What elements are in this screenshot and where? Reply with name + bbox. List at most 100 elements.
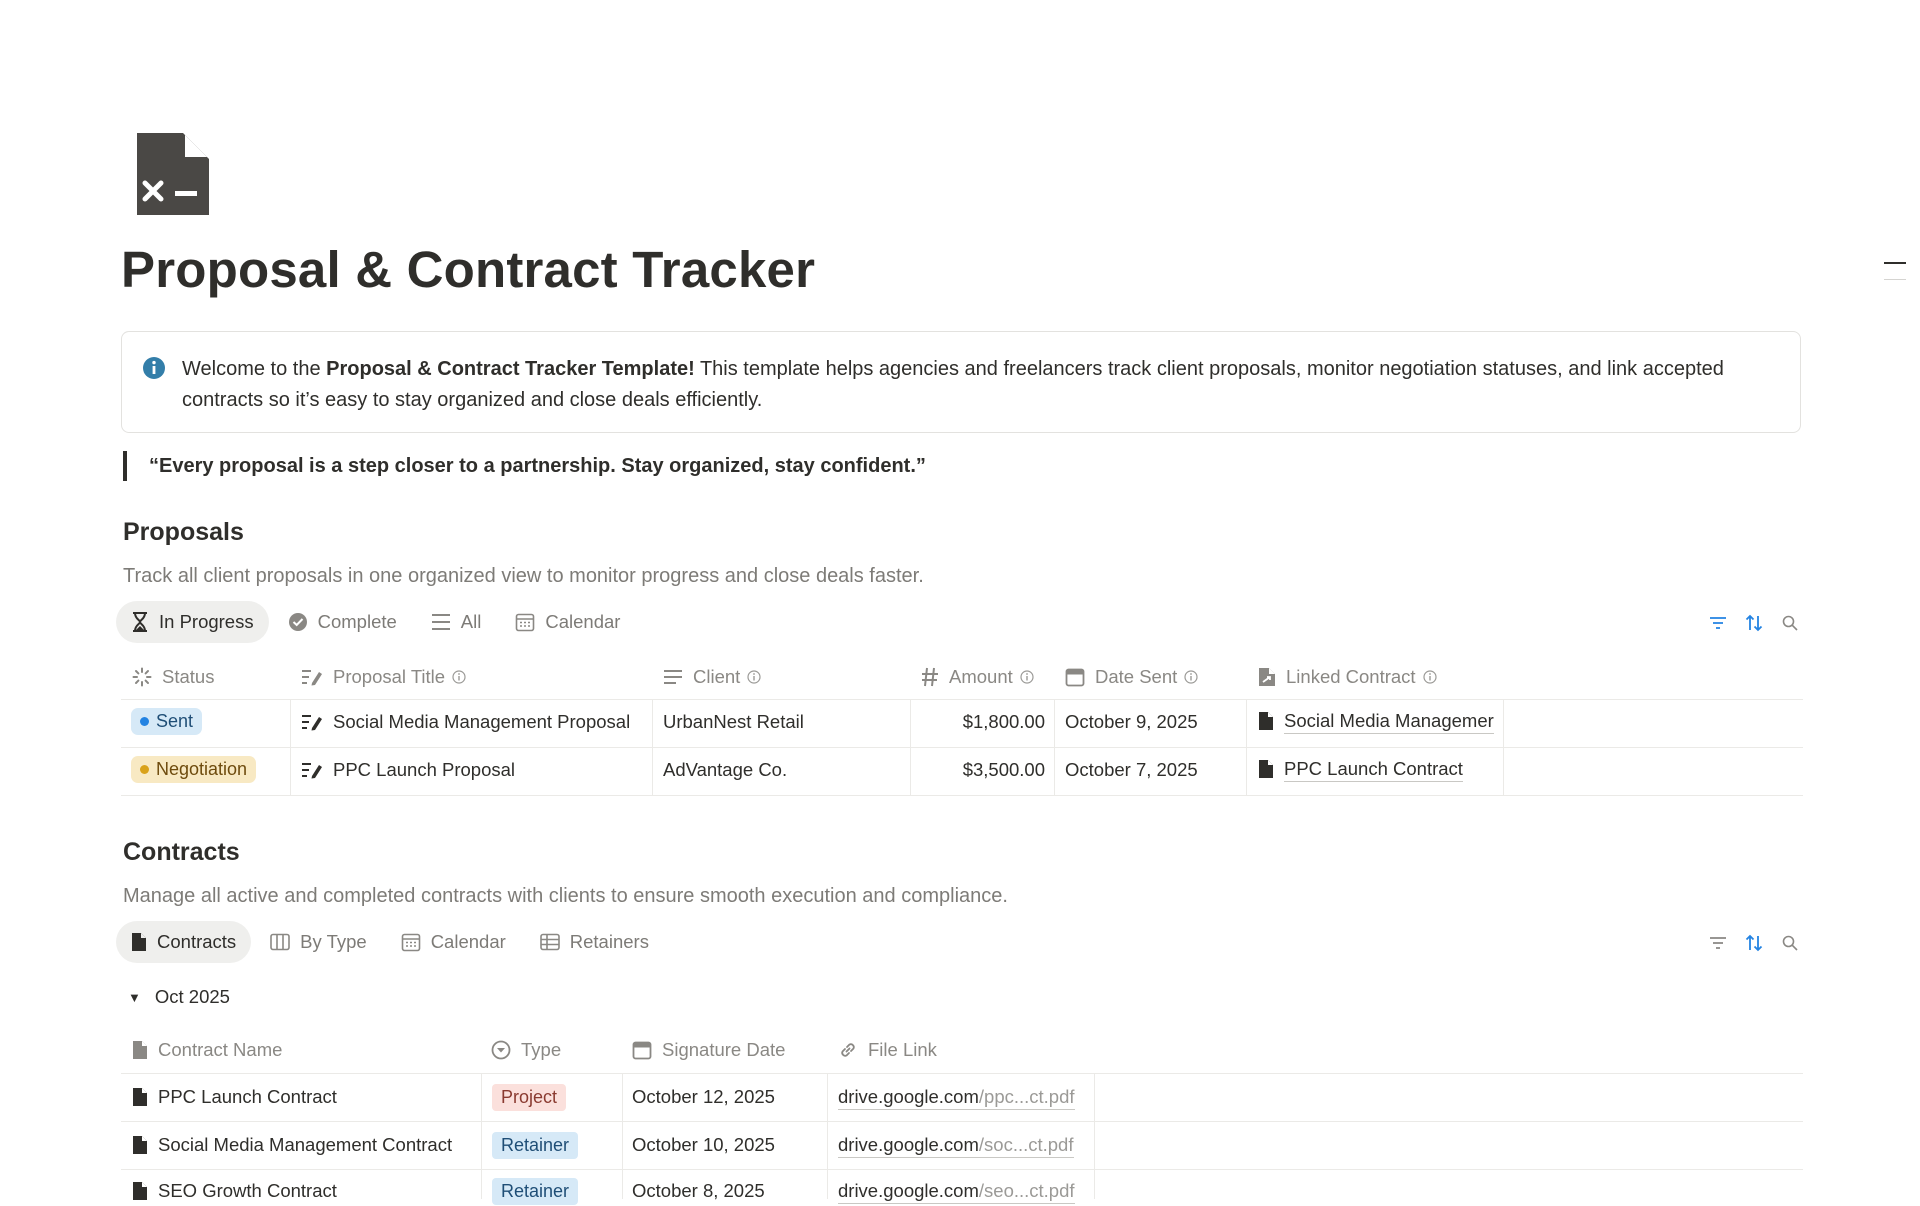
status-dot bbox=[140, 764, 149, 774]
info-icon[interactable] bbox=[747, 670, 771, 684]
file-link[interactable]: drive.google.com/seo...ct.pdf bbox=[838, 1179, 1075, 1204]
type-tag: Retainer bbox=[492, 1177, 579, 1205]
table-cell-status[interactable]: Negotiation bbox=[131, 754, 257, 784]
column-label: Signature Date bbox=[662, 1039, 786, 1060]
table-cell-type[interactable]: Project bbox=[492, 1082, 567, 1112]
search-icon[interactable] bbox=[1772, 925, 1808, 961]
table-cell-contract-name[interactable]: PPC Launch Contract bbox=[132, 1082, 477, 1112]
triangle-down-icon: ▼ bbox=[128, 989, 141, 1005]
column-header-signature-date[interactable]: Signature Date bbox=[632, 1037, 785, 1063]
divider bbox=[121, 747, 1803, 748]
status-badge: Negotiation bbox=[131, 755, 257, 783]
info-icon[interactable] bbox=[1184, 670, 1208, 684]
quote-block: “Every proposal is a step closer to a pa… bbox=[123, 451, 926, 481]
tab-complete[interactable]: Complete bbox=[273, 601, 412, 643]
divider bbox=[121, 699, 1803, 700]
proposal-page-icon bbox=[302, 763, 322, 779]
link-domain: drive.google.com bbox=[838, 1179, 979, 1201]
table-cell-date-sent[interactable]: October 9, 2025 bbox=[1065, 707, 1198, 737]
document-icon[interactable] bbox=[137, 133, 209, 215]
linked-contract-link[interactable]: Social Media Managemer bbox=[1284, 709, 1494, 734]
column-header-linked-contract[interactable]: Linked Contract bbox=[1258, 664, 1447, 690]
group-toggle[interactable]: ▼ Oct 2025 bbox=[128, 986, 230, 1008]
table-cell-signature-date[interactable]: October 8, 2025 bbox=[632, 1176, 765, 1206]
column-header-amount[interactable]: Amount bbox=[921, 664, 1044, 690]
tab-label: Calendar bbox=[545, 611, 621, 632]
table-of-contents-icon[interactable] bbox=[1884, 262, 1906, 295]
linked-contract-link[interactable]: PPC Launch Contract bbox=[1284, 757, 1463, 782]
list-icon bbox=[431, 614, 450, 630]
table-cell-contract-name[interactable]: Social Media Management Contract bbox=[132, 1130, 477, 1160]
table-cell-client[interactable]: UrbanNest Retail bbox=[663, 707, 804, 737]
table-cell-linked-contract[interactable]: PPC Launch Contract bbox=[1258, 754, 1502, 784]
info-icon[interactable] bbox=[1422, 670, 1447, 684]
column-header-contract-name[interactable]: Contract Name bbox=[132, 1037, 282, 1063]
filter-icon[interactable] bbox=[1700, 925, 1736, 961]
tab-retainers[interactable]: Retainers bbox=[525, 921, 664, 963]
table-cell-status[interactable]: Sent bbox=[131, 706, 203, 736]
column-header-type[interactable]: Type bbox=[491, 1037, 561, 1063]
column-divider bbox=[1246, 700, 1247, 795]
column-label: Date Sent bbox=[1095, 666, 1178, 687]
column-divider bbox=[652, 700, 653, 795]
divider bbox=[121, 1073, 1803, 1074]
table-cell-file-link[interactable]: drive.google.com/seo...ct.pdf bbox=[838, 1176, 1075, 1206]
table-cell-amount[interactable]: $1,800.00 bbox=[921, 707, 1045, 737]
tab-by-type[interactable]: By Type bbox=[255, 921, 382, 963]
info-icon[interactable] bbox=[452, 670, 476, 684]
column-header-status[interactable]: Status bbox=[132, 664, 214, 690]
column-label: Proposal Title bbox=[333, 666, 446, 687]
table-cell-proposal-title[interactable]: PPC Launch Proposal bbox=[301, 755, 646, 785]
tab-label: Complete bbox=[317, 611, 397, 632]
calendar-icon bbox=[632, 1041, 652, 1060]
table-cell-signature-date[interactable]: October 10, 2025 bbox=[632, 1130, 775, 1160]
proposals-heading: Proposals bbox=[123, 518, 244, 546]
divider bbox=[121, 795, 1803, 796]
status-dot bbox=[140, 716, 149, 726]
proposals-toolbar bbox=[1700, 603, 1808, 643]
table-cell-date-sent[interactable]: October 7, 2025 bbox=[1065, 755, 1198, 785]
link-domain: drive.google.com bbox=[838, 1085, 979, 1107]
column-header-file-link[interactable]: File Link bbox=[838, 1037, 937, 1063]
tab-label: Retainers bbox=[569, 931, 649, 952]
column-header-proposal-title[interactable]: Proposal Title bbox=[301, 664, 476, 690]
info-icon[interactable] bbox=[1020, 670, 1044, 684]
column-header-date-sent[interactable]: Date Sent bbox=[1065, 664, 1208, 690]
table-cell-file-link[interactable]: drive.google.com/ppc...ct.pdf bbox=[838, 1082, 1075, 1112]
calendar-icon bbox=[1065, 668, 1085, 687]
column-label: Status bbox=[162, 666, 215, 687]
table-cell-contract-name[interactable]: SEO Growth Contract bbox=[132, 1176, 477, 1206]
page-title: Proposal & Contract Tracker bbox=[121, 241, 816, 298]
table-cell-proposal-title[interactable]: Social Media Management Proposal bbox=[301, 707, 646, 737]
status-badge: Sent bbox=[131, 707, 203, 735]
file-link[interactable]: drive.google.com/soc...ct.pdf bbox=[838, 1133, 1074, 1158]
divider bbox=[121, 1121, 1803, 1122]
tab-in-progress[interactable]: In Progress bbox=[116, 601, 269, 643]
type-tag: Project bbox=[492, 1083, 567, 1111]
sort-icon[interactable] bbox=[1736, 605, 1772, 641]
column-label: Client bbox=[693, 666, 741, 687]
table-cell-type[interactable]: Retainer bbox=[492, 1176, 579, 1206]
table-cell-type[interactable]: Retainer bbox=[492, 1130, 579, 1160]
table-cell-amount[interactable]: $3,500.00 bbox=[921, 755, 1045, 785]
proposal-page-icon bbox=[302, 715, 322, 731]
column-header-client[interactable]: Client bbox=[663, 664, 771, 690]
tab-all[interactable]: All bbox=[416, 601, 497, 643]
search-icon[interactable] bbox=[1772, 605, 1808, 641]
proposal-title: PPC Launch Proposal bbox=[333, 759, 516, 780]
hourglass-icon bbox=[133, 612, 147, 632]
table-cell-file-link[interactable]: drive.google.com/soc...ct.pdf bbox=[838, 1130, 1074, 1160]
tab-calendar[interactable]: Calendar bbox=[386, 921, 521, 963]
file-link[interactable]: drive.google.com/ppc...ct.pdf bbox=[838, 1085, 1075, 1110]
filter-icon[interactable] bbox=[1700, 605, 1736, 641]
document-icon bbox=[1259, 760, 1273, 778]
tab-calendar[interactable]: Calendar bbox=[500, 601, 635, 643]
status-icon bbox=[132, 667, 152, 687]
proposal-title: Social Media Management Proposal bbox=[333, 711, 631, 732]
table-cell-client[interactable]: AdVantage Co. bbox=[663, 755, 787, 785]
tab-contracts[interactable]: Contracts bbox=[116, 921, 252, 963]
table-cell-linked-contract[interactable]: Social Media Managemer bbox=[1258, 706, 1502, 736]
table-cell-signature-date[interactable]: October 12, 2025 bbox=[632, 1082, 775, 1112]
sort-icon[interactable] bbox=[1736, 925, 1772, 961]
callout: Welcome to the Proposal & Contract Track… bbox=[121, 331, 1801, 433]
